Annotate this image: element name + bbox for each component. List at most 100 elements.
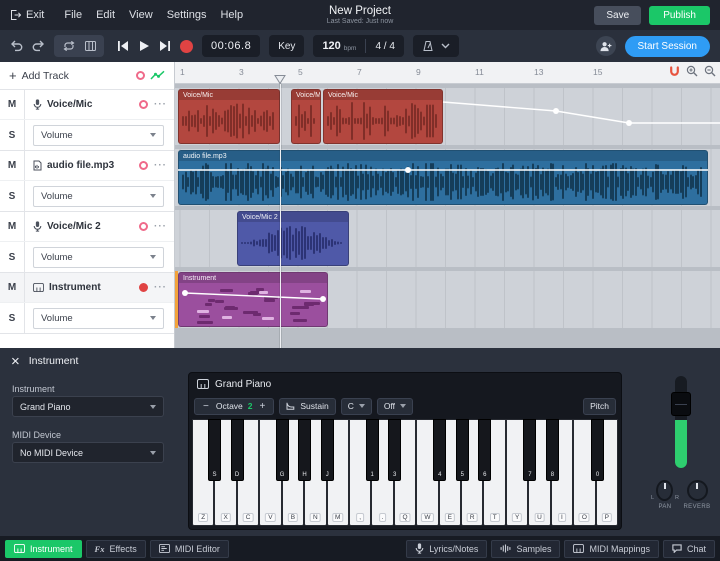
clip[interactable]: Voice/Mic — [178, 89, 280, 144]
menu-help[interactable]: Help — [220, 9, 243, 21]
automation-toggle-icon[interactable] — [150, 70, 165, 81]
key-label: P — [602, 513, 612, 522]
key-label: 7 — [528, 472, 531, 478]
add-track-plus-icon[interactable]: + — [9, 68, 17, 83]
volume-select[interactable]: Volume — [33, 308, 164, 329]
mute-button[interactable]: M — [0, 212, 25, 241]
exit-button[interactable]: Exit — [10, 9, 44, 21]
menu-settings[interactable]: Settings — [167, 9, 207, 21]
bpm-value[interactable]: 120 — [322, 40, 340, 52]
octave-plus-button[interactable]: + — [258, 401, 268, 412]
close-icon[interactable] — [11, 354, 20, 369]
clip[interactable]: audio file.mp3 — [178, 150, 708, 205]
invite-user-icon[interactable] — [596, 36, 616, 56]
record-indicator-icon[interactable] — [136, 71, 145, 80]
volume-select[interactable]: Volume — [33, 247, 164, 268]
clip[interactable]: Voice/Mic — [291, 89, 321, 144]
black-key-S[interactable]: S — [208, 419, 221, 481]
key-button[interactable]: Key — [269, 35, 304, 57]
solo-button[interactable]: S — [0, 242, 25, 272]
record-arm-button[interactable] — [139, 161, 148, 170]
loop-library-icon[interactable] — [85, 41, 96, 51]
start-session-button[interactable]: Start Session — [625, 36, 710, 57]
add-track-button[interactable]: Add Track — [22, 70, 69, 82]
key-label: R — [467, 513, 478, 522]
tab-midi-editor[interactable]: MIDI Editor — [150, 540, 229, 558]
black-key-G[interactable]: G — [276, 419, 289, 481]
clip[interactable]: Voice/Mic — [323, 89, 443, 144]
black-key-7[interactable]: 7 — [523, 419, 536, 481]
pitch-button[interactable]: Pitch — [583, 398, 616, 415]
key-label: Z — [198, 513, 208, 522]
timeline-ruler[interactable]: 13579111315 — [175, 62, 720, 84]
track-menu-button[interactable] — [154, 221, 167, 232]
track-menu-button[interactable] — [154, 160, 167, 171]
midi-device-select[interactable]: No MIDI Device — [12, 442, 164, 463]
record-button[interactable] — [180, 40, 193, 53]
instrument-select[interactable]: Grand Piano — [12, 396, 164, 417]
tab-samples[interactable]: Samples — [491, 540, 560, 558]
mute-button[interactable]: M — [0, 273, 25, 302]
menu-view[interactable]: View — [129, 9, 153, 21]
octave-minus-button[interactable]: − — [201, 401, 211, 412]
key-label: I — [558, 513, 566, 522]
clip[interactable]: Instrument — [178, 272, 328, 327]
chevron-down-icon — [150, 194, 156, 198]
mute-button[interactable]: M — [0, 151, 25, 180]
tab-midi-mappings[interactable]: MIDI Mappings — [564, 540, 659, 558]
volume-select[interactable]: Volume — [33, 186, 164, 207]
tab-chat[interactable]: Chat — [663, 540, 715, 558]
black-key-3[interactable]: 3 — [388, 419, 401, 481]
time-signature[interactable]: 4 / 4 — [375, 41, 394, 52]
black-key-0[interactable]: 0 — [591, 419, 604, 481]
save-button[interactable]: Save — [594, 6, 641, 25]
zoom-out-icon[interactable] — [704, 65, 716, 77]
tab-effects[interactable]: FxEffects — [86, 540, 146, 558]
volume-fader[interactable] — [675, 376, 687, 468]
black-key-6[interactable]: 6 — [478, 419, 491, 481]
record-arm-button[interactable] — [139, 222, 148, 231]
loop-browser-icon[interactable] — [669, 66, 680, 77]
solo-button[interactable]: S — [0, 181, 25, 211]
redo-button[interactable] — [32, 40, 45, 52]
reverb-knob[interactable] — [687, 480, 708, 501]
volume-select[interactable]: Volume — [33, 125, 164, 146]
black-key-1[interactable]: 1 — [366, 419, 379, 481]
solo-button[interactable]: S — [0, 303, 25, 333]
record-arm-button[interactable] — [139, 100, 148, 109]
black-key-J[interactable]: J — [321, 419, 334, 481]
black-key-8[interactable]: 8 — [546, 419, 559, 481]
tab-instrument[interactable]: Instrument — [5, 540, 82, 558]
zoom-in-icon[interactable] — [686, 65, 698, 77]
sustain-toggle[interactable]: Sustain — [279, 398, 335, 415]
tempo-box[interactable]: 120 bpm 4 / 4 — [313, 35, 403, 57]
track-menu-button[interactable] — [154, 99, 167, 110]
skip-to-end-button[interactable] — [159, 40, 171, 52]
black-key-5[interactable]: 5 — [456, 419, 469, 481]
key-select[interactable]: C — [341, 398, 372, 415]
track-list: MVoice/MicSVolumeMaudio file.mp3SVolumeM… — [0, 90, 174, 334]
solo-button[interactable]: S — [0, 120, 25, 150]
mute-button[interactable]: M — [0, 90, 25, 119]
menu-file[interactable]: File — [64, 9, 82, 21]
piano-widget: Grand Piano − Octave 2 + Sustain C — [188, 372, 622, 530]
undo-button[interactable] — [10, 40, 23, 52]
octave-control: − Octave 2 + — [194, 398, 274, 415]
publish-button[interactable]: Publish — [649, 6, 710, 25]
track-menu-button[interactable] — [154, 282, 167, 293]
black-key-4[interactable]: 4 — [433, 419, 446, 481]
record-arm-button[interactable] — [139, 283, 148, 292]
fader-handle[interactable] — [671, 392, 691, 416]
skip-to-start-button[interactable] — [117, 40, 129, 52]
clip[interactable]: Voice/Mic 2 — [237, 211, 349, 266]
loop-toggle-icon[interactable] — [62, 41, 76, 51]
scale-select[interactable]: Off — [377, 398, 413, 415]
black-key-D[interactable]: D — [231, 419, 244, 481]
ruler-number: 15 — [593, 67, 602, 77]
menu-edit[interactable]: Edit — [96, 9, 115, 21]
metronome-button[interactable] — [413, 35, 459, 57]
black-key-H[interactable]: H — [298, 419, 311, 481]
pan-knob[interactable] — [656, 480, 673, 501]
tab-lyrics-notes[interactable]: Lyrics/Notes — [406, 540, 487, 558]
play-button[interactable] — [138, 40, 150, 52]
